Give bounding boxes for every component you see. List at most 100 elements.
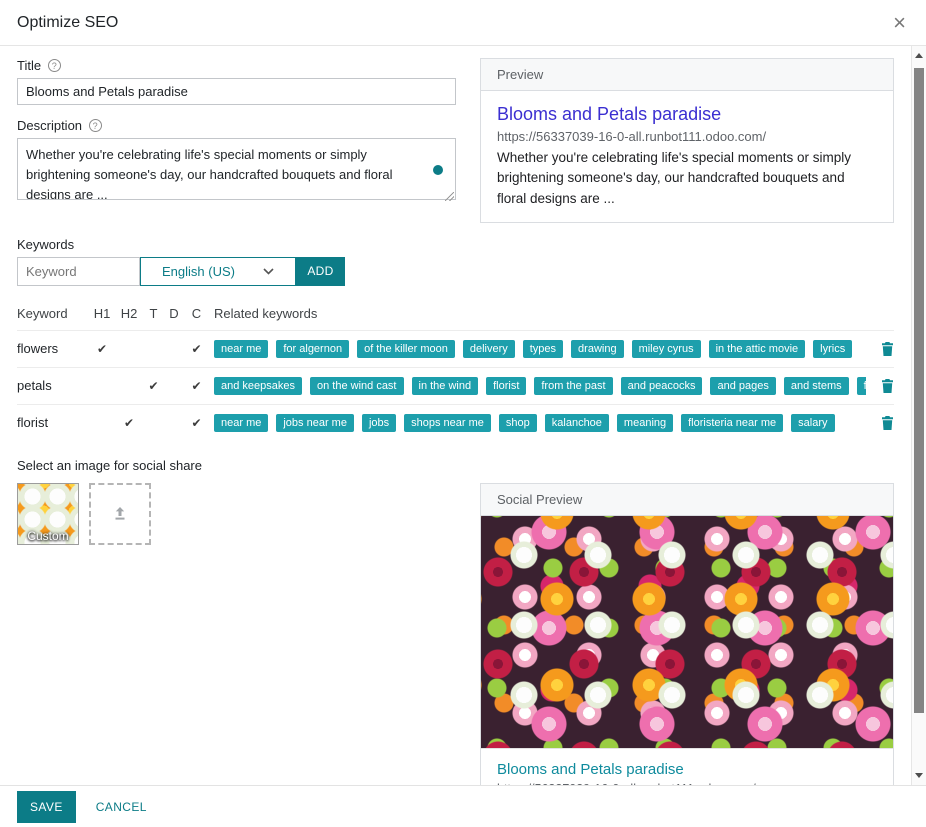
related-keywords: near me for algernon of the killer moon del… <box>209 340 866 358</box>
close-icon[interactable]: × <box>890 12 909 34</box>
related-keyword-tag: meaning <box>617 414 673 432</box>
related-keyword-tag: on the wind cast <box>310 377 404 395</box>
keyword-table: Keyword H1 H2 T D C Related keywords flo… <box>17 306 894 441</box>
preview-result-title: Blooms and Petals paradise <box>497 104 877 125</box>
check-c: ✔ <box>184 379 209 393</box>
title-label-text: Title <box>17 58 41 73</box>
description-status-dot <box>433 165 443 175</box>
related-keyword-tag: jobs near me <box>276 414 354 432</box>
description-textarea[interactable]: Whether you're celebrating life's specia… <box>17 138 456 200</box>
related-keyword-tag: lyrics <box>813 340 852 358</box>
delete-keyword-button[interactable] <box>866 342 894 356</box>
related-keyword-tag: in the attic movie <box>709 340 806 358</box>
related-keyword-tag: shops near me <box>404 414 491 432</box>
keyword-rows: flowers ✔ ✔ near me for algernon of the ki… <box>17 331 894 441</box>
delete-keyword-button[interactable] <box>866 379 894 393</box>
check-h2: ✔ <box>115 416 143 430</box>
check-h1: ✔ <box>89 342 115 356</box>
add-keyword-button[interactable]: ADD <box>296 257 345 286</box>
preview-result-description: Whether you're celebrating life's specia… <box>497 148 877 209</box>
related-keyword-tag: near me <box>214 340 268 358</box>
related-keyword-tag: floristeria near me <box>681 414 783 432</box>
social-preview-title: Social Preview <box>481 484 893 516</box>
keyword-cell: flowers <box>17 341 89 356</box>
related-keyword-tag: in the wind <box>412 377 479 395</box>
related-keyword-tag: of the killer moon <box>357 340 455 358</box>
col-t: T <box>143 306 164 321</box>
related-keyword-tag: drawing <box>571 340 624 358</box>
keyword-table-row: flowers ✔ ✔ near me for algernon of the ki… <box>17 331 894 368</box>
related-keyword-tag: types <box>523 340 563 358</box>
delete-keyword-button[interactable] <box>866 416 894 430</box>
related-keywords: near me jobs near me jobs shops near me shop… <box>209 414 866 432</box>
check-c: ✔ <box>184 416 209 430</box>
col-h2: H2 <box>115 306 143 321</box>
keyword-table-header: Keyword H1 H2 T D C Related keywords <box>17 306 894 331</box>
related-keyword-tag: kalanchoe <box>545 414 609 432</box>
related-keyword-tag: and keepsakes <box>214 377 302 395</box>
scroll-up-icon[interactable] <box>912 48 926 63</box>
related-keyword-tag: florist <box>486 377 526 395</box>
preview-result-url: https://56337039-16-0-all.runbot111.odoo… <box>497 129 877 144</box>
check-t: ✔ <box>143 379 164 393</box>
title-label: Title ? <box>17 58 456 73</box>
col-related-keywords: Related keywords <box>209 306 866 321</box>
language-select[interactable]: English (US) <box>140 257 296 286</box>
related-keywords: and keepsakes on the wind cast in the wind… <box>209 377 866 395</box>
description-label: Description ? <box>17 118 456 133</box>
upload-icon <box>110 504 130 524</box>
trash-icon <box>881 418 894 433</box>
related-keyword-tag: and pages <box>710 377 775 395</box>
check-c: ✔ <box>184 342 209 356</box>
dialog-footer: SAVE CANCEL <box>0 785 926 827</box>
keyword-cell: florist <box>17 415 89 430</box>
search-preview-panel: Preview Blooms and Petals paradise https… <box>480 58 894 223</box>
col-c: C <box>184 306 209 321</box>
related-keyword-tag: and peacocks <box>621 377 703 395</box>
scrollbar-thumb[interactable] <box>914 68 924 713</box>
related-keyword-tag: jobs <box>362 414 396 432</box>
related-keyword-tag: and stems <box>784 377 849 395</box>
scroll-down-icon[interactable] <box>912 768 926 783</box>
chevron-down-icon <box>263 268 274 275</box>
save-button[interactable]: SAVE <box>17 791 76 823</box>
social-preview-panel: Social Preview Blooms and Petals paradis… <box>480 483 894 785</box>
dialog-body: Title ? Description ? Whether you're cel… <box>0 46 911 785</box>
keyword-table-row: florist ✔ ✔ near mejobs near mejobsshops… <box>17 405 894 441</box>
col-h1: H1 <box>89 306 115 321</box>
custom-image-label: Custom <box>18 529 78 543</box>
title-input[interactable] <box>17 78 456 105</box>
keyword-cell: petals <box>17 378 89 393</box>
related-keyword-tag: for algernon <box>276 340 349 358</box>
title-help-icon: ? <box>48 59 61 72</box>
preview-panel-title: Preview <box>481 59 893 91</box>
custom-image-thumbnail[interactable]: Custom <box>17 483 79 545</box>
social-result-title: Blooms and Petals paradise <box>497 761 877 778</box>
keyword-input[interactable] <box>17 257 140 286</box>
col-d: D <box>164 306 184 321</box>
language-select-value: English (US) <box>162 264 235 279</box>
trash-icon <box>881 381 894 396</box>
keywords-label: Keywords <box>17 237 894 252</box>
trash-icon <box>881 344 894 359</box>
description-help-icon: ? <box>89 119 102 132</box>
cancel-button[interactable]: CANCEL <box>94 791 149 823</box>
optimize-seo-dialog: Optimize SEO × Title ? Description ? Whe… <box>0 0 926 827</box>
dialog-header: Optimize SEO × <box>0 0 926 46</box>
keyword-table-row: petals ✔ ✔ and keepsakes on the wind cast… <box>17 368 894 405</box>
col-keyword: Keyword <box>17 306 89 321</box>
related-keyword-tag: flowers <box>857 377 866 395</box>
social-preview-image <box>481 516 893 749</box>
related-keyword-tag: delivery <box>463 340 515 358</box>
dialog-title: Optimize SEO <box>17 14 118 32</box>
vertical-scrollbar[interactable] <box>911 46 926 785</box>
description-label-text: Description <box>17 118 82 133</box>
social-share-label: Select an image for social share <box>17 458 894 473</box>
resize-handle[interactable] <box>445 192 454 201</box>
related-keyword-tag: salary <box>791 414 834 432</box>
related-keyword-tag: near me <box>214 414 268 432</box>
upload-image-button[interactable] <box>89 483 151 545</box>
related-keyword-tag: shop <box>499 414 537 432</box>
related-keyword-tag: from the past <box>534 377 612 395</box>
related-keyword-tag: miley cyrus <box>632 340 701 358</box>
